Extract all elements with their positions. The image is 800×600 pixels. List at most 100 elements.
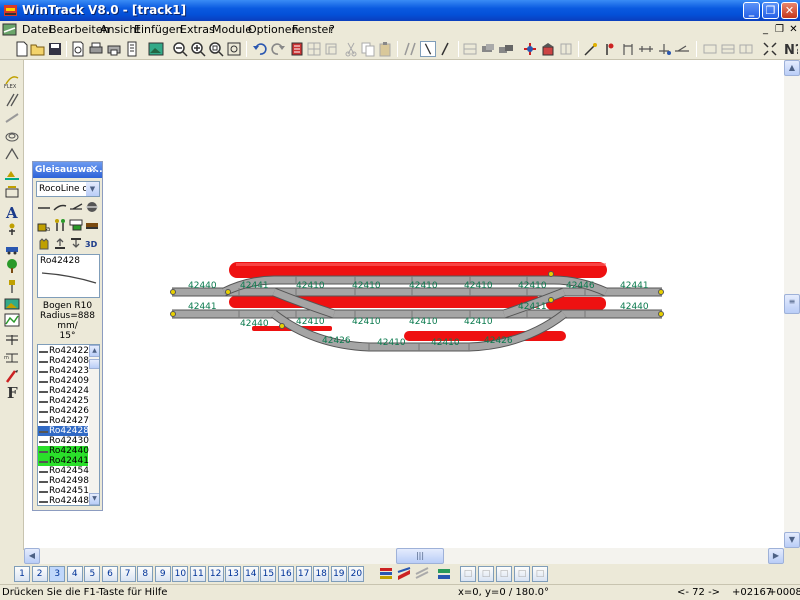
view-button-3[interactable]: □ [496,566,512,582]
view-button-5[interactable]: □ [532,566,548,582]
station-building-icon[interactable]: a [37,218,51,232]
electric-icon[interactable] [558,41,574,57]
platform-icon[interactable] [69,218,83,232]
picture-tool-icon[interactable] [4,296,20,312]
maximize-button[interactable]: ❐ [762,2,779,19]
horizontal-scroll-thumb[interactable]: ||| [396,548,444,564]
page-tab-19[interactable]: 19 [330,566,347,582]
tunnel-icon[interactable] [4,146,20,162]
paste-icon[interactable] [377,41,393,57]
measure-tool-icon[interactable] [4,332,20,348]
page-tab-14[interactable]: 14 [242,566,259,582]
page-tab-6[interactable]: 6 [102,566,118,582]
track-connector[interactable] [225,289,231,295]
paint-tool-icon[interactable] [4,368,20,384]
new-file-icon[interactable] [14,41,30,57]
track-list[interactable]: Ro42422 Ro42408 Ro42423 Ro42409 Ro42424 Ro424… [37,344,100,506]
zoom-in-icon[interactable] [190,41,206,57]
page-tab-17[interactable]: 17 [295,566,312,582]
track-connector[interactable] [548,271,554,277]
open-folder-icon[interactable] [30,41,46,57]
straight-track-icon[interactable] [37,200,51,214]
menu-optionen[interactable]: Optionen [248,23,298,36]
drawing-canvas[interactable]: 42440 42441 42410 42410 42410 42410 4241… [24,60,784,548]
track-connector[interactable] [279,323,285,329]
track-endpoint[interactable] [170,311,176,317]
building-icon[interactable] [540,41,556,57]
list-scroll-down-button[interactable]: ▼ [89,493,99,505]
panel-close-icon[interactable]: ✕ [88,164,100,176]
page-tab-11[interactable]: 11 [190,566,206,582]
layer-edit-icon[interactable] [414,566,430,582]
list-item[interactable]: Ro42440 [38,446,89,456]
page-tab-1[interactable]: 1 [14,566,30,582]
text-track-icon[interactable] [656,41,672,57]
menu-extras[interactable]: Extras [180,23,215,36]
list-item[interactable]: Ro42426 [38,406,89,416]
track-connector[interactable] [548,297,554,303]
people-icon[interactable] [53,218,67,232]
print-setup-icon[interactable] [106,41,122,57]
menu-[interactable]: ? [329,23,335,36]
layer-stack-icon[interactable] [378,566,394,582]
landscape-image-icon[interactable] [4,312,20,328]
scroll-left-button[interactable]: ◀ [24,548,40,564]
scroll-down-button[interactable]: ▼ [784,532,800,548]
zoom-window-icon[interactable] [208,41,224,57]
menu-einf-gen[interactable]: Einfügen [134,23,183,36]
help-icon[interactable]: N? [782,41,798,57]
curved-track-icon[interactable] [53,200,67,214]
page-tab-3[interactable]: 3 [49,566,66,582]
track-bridge-icon[interactable] [4,110,20,126]
mdi-restore-button[interactable]: ❐ [774,24,785,35]
person-icon[interactable] [4,222,20,238]
text-tool-icon[interactable]: A [4,204,20,220]
turntable-icon[interactable] [85,200,99,214]
list-item[interactable]: Ro42448 [38,496,89,505]
list-item[interactable]: Ro42451 [38,486,89,496]
properties-icon[interactable] [289,41,305,57]
raise-icon[interactable] [53,236,67,250]
print-icon[interactable] [88,41,104,57]
list-item[interactable]: Ro42428 [38,426,89,436]
lower-icon[interactable] [69,236,83,250]
undo-icon[interactable] [252,41,268,57]
catenary-icon[interactable] [620,41,636,57]
list-scroll-thumb[interactable] [89,359,99,369]
list-item[interactable]: Ro42424 [38,386,89,396]
font-tool-icon[interactable]: F [4,384,20,400]
track-endpoint[interactable] [170,289,176,295]
document-icon[interactable] [2,22,17,37]
wagon-group-icon[interactable] [498,41,514,57]
redo-icon[interactable] [270,41,286,57]
turnout-track-icon[interactable] [69,200,83,214]
print-preview-icon[interactable] [70,41,86,57]
layer-manager-icon[interactable] [436,566,452,582]
list-item[interactable]: Ro42498 [38,476,89,486]
track-set-select[interactable]: RocoLine ohne ▼ [36,181,100,197]
menu-fenster[interactable]: Fenster [292,23,333,36]
page-tab-12[interactable]: 12 [207,566,224,582]
page-tab-4[interactable]: 4 [66,566,83,582]
page-tab-13[interactable]: 13 [225,566,242,582]
track-flex-tool-icon[interactable] [438,41,454,57]
list-item[interactable]: Ro42441 [38,456,89,466]
track-endpoint[interactable] [658,289,664,295]
page-tab-7[interactable]: 7 [119,566,136,582]
page-tab-9[interactable]: 9 [154,566,171,582]
page-tab-5[interactable]: 5 [84,566,101,582]
list-item[interactable]: Ro42423 [38,366,89,376]
page-tab-2[interactable]: 2 [31,566,48,582]
zoom-out-icon[interactable] [172,41,188,57]
view-button-2[interactable]: □ [478,566,494,582]
fullscreen-icon[interactable] [762,41,778,57]
hand-tool-icon[interactable] [37,236,51,250]
view-button-4[interactable]: □ [514,566,530,582]
tree-icon[interactable] [4,258,20,274]
page-tab-20[interactable]: 20 [348,566,365,582]
save-icon[interactable] [47,41,63,57]
list-scrollbar[interactable]: ▲ ▼ [89,345,99,505]
car-icon[interactable] [4,240,20,256]
zoom-all-icon[interactable] [226,41,242,57]
list-item[interactable]: Ro42454 [38,466,89,476]
